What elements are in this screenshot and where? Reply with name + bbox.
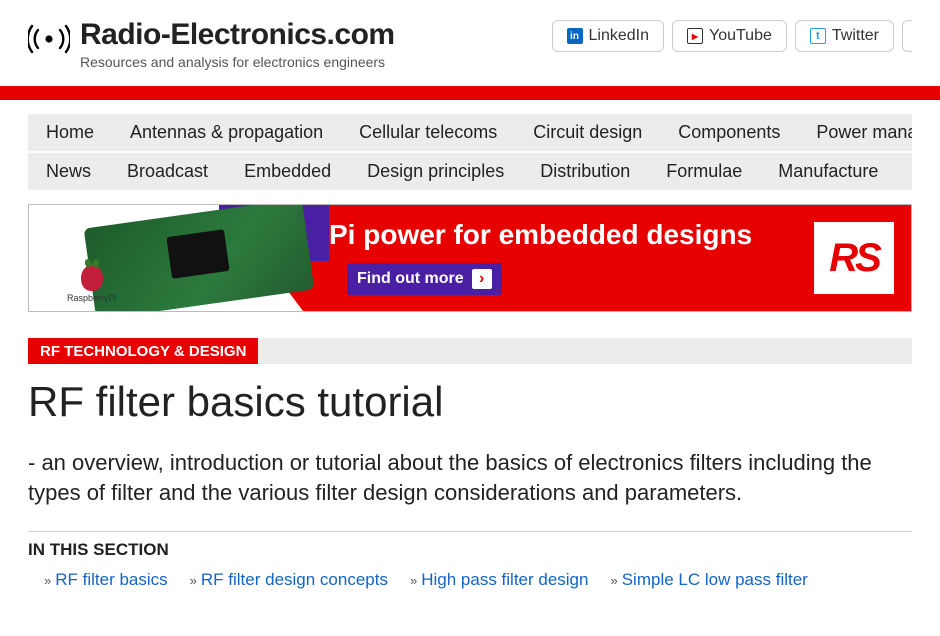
accent-bar: [0, 86, 940, 100]
nav-item[interactable]: Satell: [896, 153, 912, 190]
logo-block[interactable]: Radio-Electronics.com Resources and anal…: [28, 18, 395, 70]
chip-graphic: [166, 229, 229, 279]
youtube-button[interactable]: YouTube: [672, 20, 787, 52]
rs-logo: RS: [811, 219, 897, 297]
nav-row-1: HomeAntennas & propagationCellular telec…: [28, 114, 912, 153]
section-link-item: » Simple LC low pass filter: [610, 570, 807, 590]
social-label: Twitter: [832, 27, 879, 45]
social-more-button[interactable]: [902, 20, 912, 52]
section-link[interactable]: Simple LC low pass filter: [622, 570, 808, 590]
nav-item[interactable]: Formulae: [648, 153, 760, 190]
nav-item[interactable]: News: [28, 153, 109, 190]
chevron-right-double-icon: »: [410, 573, 415, 588]
site-name: Radio-Electronics.com: [80, 18, 395, 52]
section-link[interactable]: High pass filter design: [421, 570, 588, 590]
chevron-right-double-icon: »: [44, 573, 49, 588]
pi-label: RaspberryPi: [67, 293, 117, 303]
nav-item[interactable]: Distribution: [522, 153, 648, 190]
banner-headline: Pi power for embedded designs: [329, 219, 752, 251]
chevron-right-icon: ›: [472, 269, 492, 289]
section-link-item: » RF filter design concepts: [190, 570, 388, 590]
social-label: YouTube: [709, 27, 772, 45]
section-heading: IN THIS SECTION: [28, 540, 912, 560]
nav-item[interactable]: Cellular telecoms: [341, 114, 515, 151]
raspberry-icon: [81, 265, 103, 291]
article: RF filter basics tutorial - an overview,…: [28, 378, 912, 590]
divider: [28, 531, 912, 532]
category-tag[interactable]: RF TECHNOLOGY & DESIGN: [28, 338, 258, 364]
raspberry-pi-logo: RaspberryPi: [67, 265, 117, 303]
linkedin-button[interactable]: LinkedIn: [552, 20, 665, 52]
chevron-right-double-icon: »: [190, 573, 195, 588]
section-link-item: » RF filter basics: [44, 570, 168, 590]
linkedin-icon: [567, 28, 583, 44]
site-tagline: Resources and analysis for electronics e…: [80, 54, 395, 70]
section-link[interactable]: RF filter basics: [55, 570, 167, 590]
nav-item[interactable]: Components: [660, 114, 798, 151]
rs-logo-text: RS: [829, 236, 879, 281]
social-bar: LinkedIn YouTube Twitter: [552, 18, 913, 52]
section-links: » RF filter basics » RF filter design conce…: [28, 570, 912, 590]
site-header: Radio-Electronics.com Resources and anal…: [0, 0, 940, 80]
nav-item[interactable]: Design principles: [349, 153, 522, 190]
nav-item[interactable]: Broadcast: [109, 153, 226, 190]
ad-banner[interactable]: RaspberryPi Pi power for embedded design…: [28, 204, 912, 312]
category-bar: RF TECHNOLOGY & DESIGN: [28, 338, 912, 364]
nav-item[interactable]: Circuit design: [515, 114, 660, 151]
nav-item[interactable]: Home: [28, 114, 112, 151]
page-title: RF filter basics tutorial: [28, 378, 912, 426]
nav-row-2: NewsBroadcastEmbeddedDesign principlesDi…: [28, 153, 912, 190]
article-subtitle: - an overview, introduction or tutorial …: [28, 448, 912, 507]
twitter-button[interactable]: Twitter: [795, 20, 894, 52]
chevron-right-double-icon: »: [610, 573, 615, 588]
social-label: LinkedIn: [589, 27, 650, 45]
cta-label: Find out more: [357, 270, 464, 288]
section-link[interactable]: RF filter design concepts: [201, 570, 388, 590]
primary-nav: HomeAntennas & propagationCellular telec…: [28, 114, 912, 190]
nav-item[interactable]: Embedded: [226, 153, 349, 190]
twitter-icon: [810, 28, 826, 44]
nav-item[interactable]: Antennas & propagation: [112, 114, 341, 151]
nav-item[interactable]: Power managemen: [798, 114, 912, 151]
radio-wave-icon: [28, 20, 70, 63]
nav-item[interactable]: Manufacture: [760, 153, 896, 190]
banner-cta-button[interactable]: Find out more ›: [347, 263, 502, 295]
section-link-item: » High pass filter design: [410, 570, 589, 590]
youtube-icon: [687, 28, 703, 44]
